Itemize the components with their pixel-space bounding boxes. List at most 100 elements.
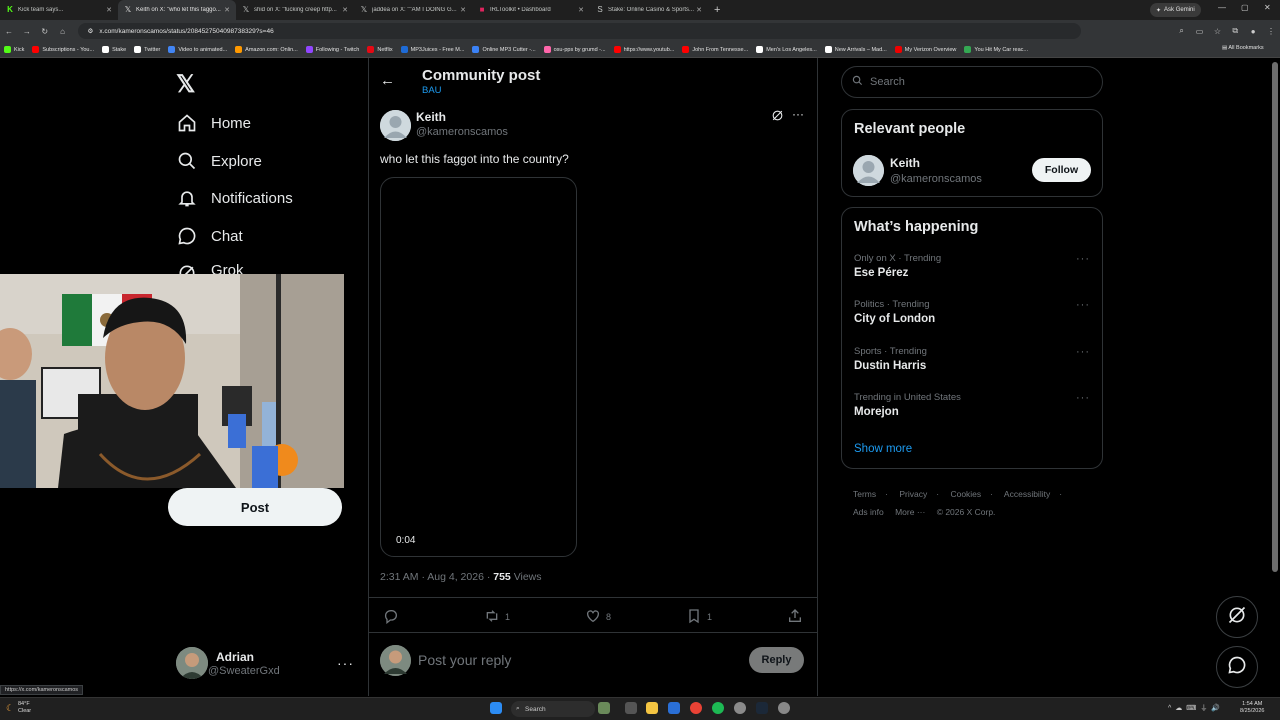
- extensions-icon[interactable]: ⧉: [1226, 26, 1244, 36]
- url-field[interactable]: ⚙ x.com/kameronscamos/status/208452750409…: [77, 23, 1081, 39]
- scrollbar[interactable]: [1272, 62, 1278, 572]
- show-more-link[interactable]: Show more: [854, 443, 912, 455]
- bookmark-action[interactable]: 1: [686, 608, 712, 626]
- weather-widget[interactable]: 84°F Clear: [18, 701, 31, 715]
- new-tab-icon[interactable]: +: [708, 4, 726, 16]
- grok-icon[interactable]: [771, 109, 784, 125]
- more-icon[interactable]: ···: [1076, 253, 1090, 265]
- follow-button[interactable]: Follow: [1032, 158, 1091, 182]
- more-icon[interactable]: ···: [792, 107, 804, 121]
- avatar[interactable]: [380, 110, 411, 141]
- bookmark-item[interactable]: Kick: [4, 46, 24, 53]
- bookmark-item[interactable]: Subscriptions - You...: [32, 46, 94, 53]
- forward-arrow-icon[interactable]: →: [18, 27, 36, 36]
- x-logo-icon[interactable]: 𝕏: [176, 70, 195, 99]
- task-view-icon[interactable]: [625, 702, 637, 714]
- steam-icon[interactable]: [756, 702, 768, 714]
- more-icon[interactable]: ···: [1076, 346, 1090, 358]
- close-icon[interactable]: ✕: [578, 6, 584, 14]
- menu-icon[interactable]: ⋮: [1262, 27, 1280, 36]
- browser-tab[interactable]: 𝕏shid on X: "fucking creep http... ✕: [236, 0, 354, 20]
- repost-action[interactable]: 1: [484, 608, 510, 626]
- close-window-icon[interactable]: ✕: [1264, 3, 1271, 12]
- account-switcher[interactable]: Adrian @SweaterGxd ···: [176, 646, 354, 680]
- reply-action[interactable]: [383, 608, 404, 626]
- back-arrow-icon[interactable]: ←: [0, 27, 18, 36]
- spotify-icon[interactable]: [712, 702, 724, 714]
- star-icon[interactable]: ☆: [1208, 27, 1226, 36]
- maximize-icon[interactable]: ▢: [1241, 3, 1249, 12]
- home-icon[interactable]: ⌂: [54, 27, 72, 36]
- trend-item[interactable]: Only on X · Trending Ese Pérez ···: [854, 253, 1094, 279]
- bookmark-item[interactable]: John From Tennesse...: [682, 46, 748, 53]
- app-icon[interactable]: [734, 702, 746, 714]
- browser-tab[interactable]: ■ IRLToolkit • Dashboard ✕: [472, 0, 590, 20]
- browser-tab-active[interactable]: 𝕏 Keith on X: "who let this faggo... ✕: [118, 0, 236, 20]
- close-icon[interactable]: ✕: [460, 6, 466, 14]
- close-icon[interactable]: ✕: [224, 6, 230, 14]
- bookmark-item[interactable]: Men's Los Angeles...: [756, 46, 817, 53]
- cast-icon[interactable]: ▭: [1191, 27, 1209, 36]
- avatar[interactable]: [853, 155, 884, 186]
- windows-start-icon[interactable]: [490, 702, 502, 714]
- bookmark-item[interactable]: My Verizon Overview: [894, 46, 956, 53]
- footer-link-terms[interactable]: Terms: [853, 489, 876, 499]
- sidebar-item-notifications[interactable]: Notifications: [176, 187, 293, 209]
- post-author-handle[interactable]: @kameronscamos: [416, 126, 508, 138]
- sidebar-item-explore[interactable]: Explore: [176, 150, 262, 172]
- settings-icon[interactable]: [778, 702, 790, 714]
- search-input[interactable]: Search: [841, 66, 1103, 98]
- share-action[interactable]: [787, 608, 808, 626]
- trend-item[interactable]: Politics · Trending City of London ···: [854, 299, 1094, 325]
- trend-item[interactable]: Trending in United States Morejon ···: [854, 392, 1094, 418]
- post-author-name[interactable]: Keith: [416, 110, 446, 124]
- sidebar-item-chat[interactable]: Chat: [176, 225, 243, 247]
- reply-input[interactable]: Post your reply: [418, 652, 511, 668]
- browser-tab[interactable]: S Stake: Online Casino & Sports... ✕: [590, 0, 708, 20]
- browser-tab[interactable]: 𝕏jaddea on X: ""AM I DOING G... ✕: [354, 0, 472, 20]
- taskbar-search[interactable]: ⌕ Search: [511, 701, 595, 717]
- messages-floating-button[interactable]: [1216, 646, 1258, 688]
- bookmark-item[interactable]: You Hit My Car reac...: [964, 46, 1028, 53]
- more-icon[interactable]: ···: [337, 655, 354, 671]
- close-icon[interactable]: ✕: [696, 6, 702, 14]
- ask-gemini-button[interactable]: ✦ Ask Gemini: [1150, 3, 1201, 17]
- more-icon[interactable]: ···: [1076, 392, 1090, 404]
- footer-link-privacy[interactable]: Privacy: [899, 489, 927, 499]
- footer-link-more[interactable]: More ···: [895, 507, 925, 517]
- bookmark-item[interactable]: https://www.youtub...: [613, 46, 674, 53]
- zoom-icon[interactable]: ⌕: [1173, 26, 1191, 36]
- browser-tab[interactable]: K Kick team says... ✕: [0, 0, 118, 20]
- system-tray-icons[interactable]: ^☁⌨⏚🔊: [1168, 703, 1224, 713]
- close-icon[interactable]: ✕: [342, 6, 348, 14]
- bookmark-item[interactable]: Following - Twitch: [305, 46, 359, 53]
- all-bookmarks-link[interactable]: ▤ All Bookmarks: [1222, 45, 1264, 51]
- footer-link-ads[interactable]: Ads info: [853, 507, 884, 517]
- video-player[interactable]: [380, 177, 577, 557]
- minimize-icon[interactable]: —: [1218, 3, 1226, 12]
- taskbar-clock[interactable]: 1:54 AM 8/25/2026: [1240, 701, 1264, 715]
- person-handle[interactable]: @kameronscamos: [890, 173, 982, 185]
- bookmark-item[interactable]: osu-pps by grumd -...: [543, 46, 606, 53]
- bookmark-item[interactable]: Netflix: [367, 46, 393, 53]
- profile-icon[interactable]: ●: [1244, 27, 1262, 36]
- person-name[interactable]: Keith: [890, 156, 920, 170]
- back-arrow-icon[interactable]: ←: [380, 72, 395, 89]
- bookmark-item[interactable]: Video to animated...: [168, 46, 227, 53]
- footer-link-cookies[interactable]: Cookies: [950, 489, 981, 499]
- bookmark-item[interactable]: Stake: [102, 46, 126, 53]
- trend-item[interactable]: Sports · Trending Dustin Harris ···: [854, 346, 1094, 372]
- reply-button[interactable]: Reply: [749, 647, 804, 673]
- chrome-icon[interactable]: [690, 702, 702, 714]
- more-icon[interactable]: ···: [1076, 299, 1090, 311]
- like-action[interactable]: 8: [585, 608, 611, 626]
- post-timestamp[interactable]: 2:31 AM · Aug 4, 2026 ·: [380, 571, 493, 583]
- store-icon[interactable]: [668, 702, 680, 714]
- post-button[interactable]: Post: [168, 488, 342, 526]
- file-explorer-icon[interactable]: [646, 702, 658, 714]
- sidebar-item-grok[interactable]: Grok: [176, 262, 244, 274]
- bookmark-item[interactable]: New Arrivals – Mad...: [824, 46, 887, 53]
- sidebar-item-home[interactable]: Home: [176, 112, 251, 134]
- bookmark-item[interactable]: MP3Juices - Free M...: [400, 46, 464, 53]
- bookmark-item[interactable]: Twitter: [134, 46, 160, 53]
